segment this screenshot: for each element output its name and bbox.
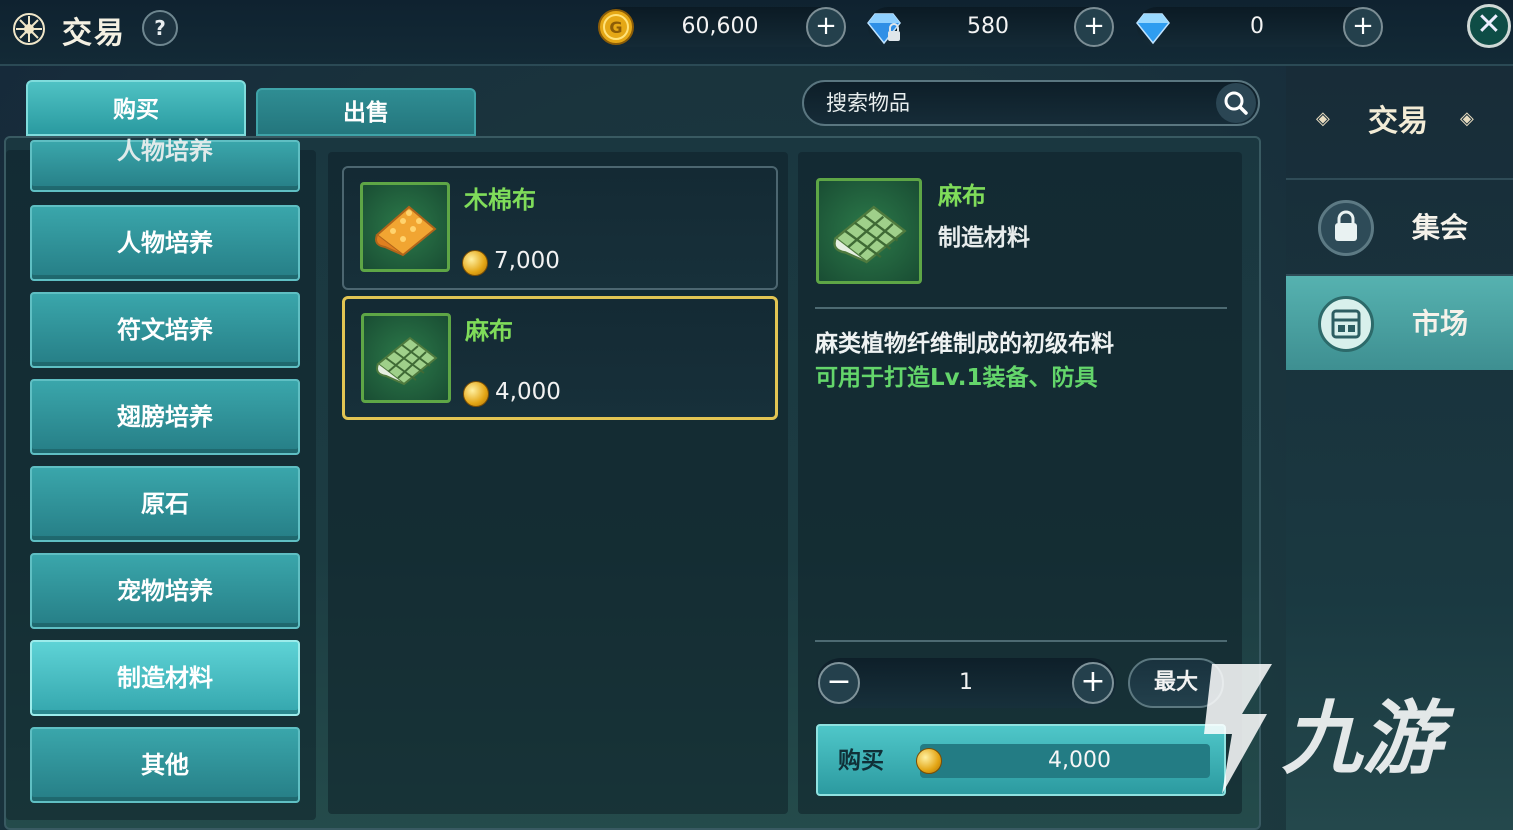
watermark-text: 九游 xyxy=(1282,692,1455,785)
search-input[interactable]: 搜索物品 xyxy=(802,80,1260,126)
buy-price: 4,000 xyxy=(1048,748,1111,773)
category-item-materials[interactable]: 制造材料 xyxy=(30,640,300,716)
bag-lock-icon xyxy=(1318,200,1374,256)
add-gold-button[interactable]: + xyxy=(806,7,846,47)
item-price: 4,000 xyxy=(495,379,561,405)
buy-button[interactable]: 购买 4,000 xyxy=(816,724,1226,796)
detail-item-name: 麻布 xyxy=(938,182,986,210)
add-locked-diamond-button[interactable]: + xyxy=(1074,7,1114,47)
svg-text:G: G xyxy=(609,18,622,37)
add-diamond-button[interactable]: + xyxy=(1343,7,1383,47)
detail-description: 麻类植物纤维制成的初级布料 xyxy=(815,331,1114,357)
gold-coin-icon xyxy=(916,748,942,774)
item-name: 麻布 xyxy=(465,317,513,345)
gold-coin-icon: G xyxy=(598,9,634,45)
locked-diamond-currency: 580 + xyxy=(867,7,1114,47)
quantity-value[interactable]: 1 xyxy=(876,658,1056,708)
buy-button-label: 购买 xyxy=(838,748,884,774)
close-button[interactable]: ✕ xyxy=(1467,4,1511,48)
gold-coin-icon xyxy=(462,250,488,276)
linen-cloth-icon xyxy=(376,336,438,386)
tab-sell[interactable]: 出售 xyxy=(256,88,476,136)
diamond-amount: 0 xyxy=(1250,14,1264,39)
diamond-currency: 0 + xyxy=(1136,7,1383,47)
item-thumbnail xyxy=(360,182,450,272)
category-item-other[interactable]: 其他 xyxy=(30,727,300,803)
side-item-gathering[interactable]: 集会 xyxy=(1286,178,1513,274)
item-price: 7,000 xyxy=(494,248,560,274)
quantity-stepper: − 1 + xyxy=(816,658,1116,708)
help-button[interactable]: ? xyxy=(142,10,178,46)
cotton-cloth-icon xyxy=(375,205,437,257)
diamond-icon xyxy=(1136,13,1170,45)
trade-emblem-icon xyxy=(13,13,45,45)
market-icon xyxy=(1318,296,1374,352)
category-item-rune[interactable]: 符文培养 xyxy=(30,292,300,368)
detail-item-category: 制造材料 xyxy=(938,225,1030,251)
side-menu-title: 交易 xyxy=(1368,104,1428,139)
category-item-ore[interactable]: 原石 xyxy=(30,466,300,542)
divider xyxy=(815,307,1227,309)
category-item-wings[interactable]: 翅膀培养 xyxy=(30,379,300,455)
search-placeholder: 搜索物品 xyxy=(826,91,910,115)
item-card-linen[interactable]: 麻布 4,000 xyxy=(342,296,778,420)
linen-cloth-icon xyxy=(833,205,907,264)
page-title: 交易 xyxy=(62,16,126,51)
divider xyxy=(815,640,1227,642)
decrease-quantity-button[interactable]: − xyxy=(818,662,860,704)
locked-diamond-icon xyxy=(867,13,901,45)
gold-amount: 60,600 xyxy=(681,14,759,39)
gold-coin-icon xyxy=(463,381,489,407)
ornament-right-icon: ◈ xyxy=(1460,108,1474,129)
detail-usage: 可用于打造Lv.1装备、防具 xyxy=(815,365,1098,391)
gold-currency: G 60,600 + xyxy=(598,7,846,47)
category-item-character[interactable]: 人物培养 xyxy=(30,205,300,281)
watermark-logo: 九游 xyxy=(1204,664,1455,794)
side-item-market[interactable]: 市场 xyxy=(1286,274,1513,370)
item-name: 木棉布 xyxy=(464,186,536,214)
detail-thumbnail xyxy=(816,178,922,284)
search-icon xyxy=(1224,91,1248,115)
item-thumbnail xyxy=(361,313,451,403)
tab-buy[interactable]: 购买 xyxy=(26,80,246,136)
side-item-label: 集会 xyxy=(1412,211,1469,244)
category-item-pet[interactable]: 宠物培养 xyxy=(30,553,300,629)
ornament-left-icon: ◈ xyxy=(1316,108,1330,129)
locked-diamond-amount: 580 xyxy=(967,14,1009,39)
increase-quantity-button[interactable]: + xyxy=(1072,662,1114,704)
category-item-partial[interactable]: 人物培养 xyxy=(30,139,300,192)
side-item-label: 市场 xyxy=(1412,307,1469,340)
search-button[interactable] xyxy=(1216,83,1256,123)
item-card-cotton[interactable]: 木棉布 7,000 xyxy=(342,166,778,290)
